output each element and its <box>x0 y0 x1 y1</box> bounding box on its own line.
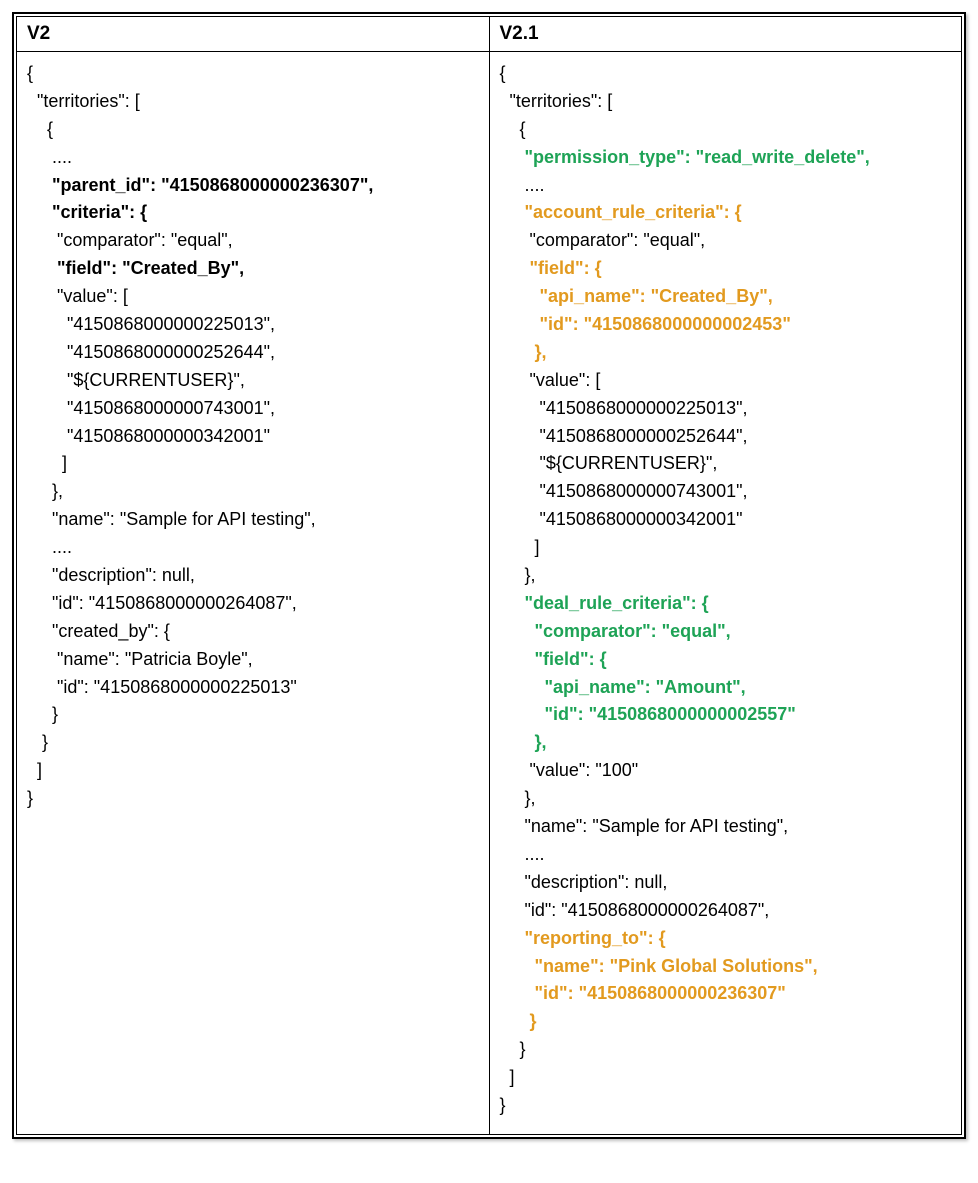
cell-v21: { "territories": [ { "permission_type": … <box>489 52 962 1135</box>
code-v21: { "territories": [ { "permission_type": … <box>500 60 952 1120</box>
header-v21: V2.1 <box>489 17 962 52</box>
comparison-table: V2 V2.1 { "territories": [ { .... "paren… <box>16 16 962 1135</box>
cell-v2: { "territories": [ { .... "parent_id": "… <box>17 52 490 1135</box>
code-v2: { "territories": [ { .... "parent_id": "… <box>27 60 479 813</box>
header-v2: V2 <box>17 17 490 52</box>
comparison-table-wrapper: V2 V2.1 { "territories": [ { .... "paren… <box>12 12 966 1139</box>
